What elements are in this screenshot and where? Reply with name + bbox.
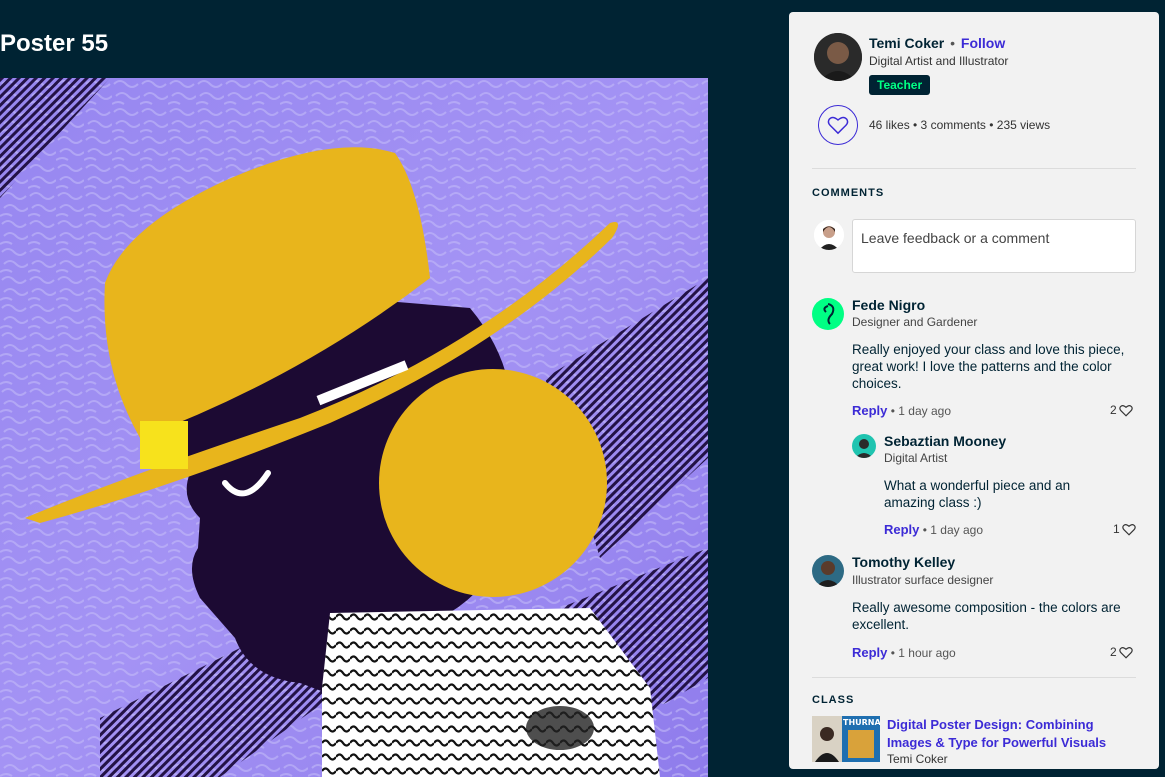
commenter-subtitle: Digital Artist — [884, 451, 948, 465]
heart-icon — [1118, 404, 1133, 417]
commenter-subtitle: Illustrator surface designer — [852, 573, 994, 587]
project-sidebar: Temi Coker • Follow Digital Artist and I… — [789, 12, 1159, 769]
comment-like-button[interactable]: 1 — [1113, 522, 1136, 536]
comment-text: Really enjoyed your class and love this … — [852, 342, 1125, 391]
heart-icon — [1118, 646, 1133, 659]
class-title-link[interactable]: Digital Poster Design: Combining Images … — [887, 716, 1127, 752]
current-user-avatar — [814, 220, 844, 250]
class-heading: CLASS — [812, 694, 855, 706]
poster-artwork — [0, 78, 708, 777]
comments-heading: COMMENTS — [812, 187, 885, 199]
comment-text: What a wonderful piece and an amazing cl… — [884, 478, 1071, 510]
comment-like-count: 1 — [1113, 522, 1120, 536]
commenter-name[interactable]: Sebaztian Mooney — [884, 433, 1006, 449]
comment-meta: Reply • 1 day ago — [884, 522, 983, 537]
divider — [812, 168, 1136, 169]
commenter-name[interactable]: Tomothy Kelley — [852, 554, 955, 570]
name-separator: • — [950, 35, 956, 51]
follow-button[interactable]: Follow — [961, 35, 1005, 51]
reply-button[interactable]: Reply — [852, 403, 887, 418]
comment-input[interactable] — [852, 219, 1136, 273]
reply-button[interactable]: Reply — [884, 522, 919, 537]
author-name[interactable]: Temi Coker — [869, 35, 944, 51]
comment-time: • 1 hour ago — [890, 646, 956, 660]
like-button[interactable] — [818, 105, 858, 145]
comment-time: • 1 day ago — [890, 404, 951, 418]
author-subtitle: Digital Artist and Illustrator — [869, 54, 1009, 68]
class-author: Temi Coker — [887, 752, 948, 766]
commenter-avatar[interactable] — [812, 298, 844, 330]
heart-icon — [1121, 523, 1136, 536]
teacher-badge: Teacher — [869, 75, 931, 95]
divider — [812, 677, 1136, 678]
comment-like-count: 2 — [1110, 403, 1117, 417]
class-thumbnail-text: THURNA — [843, 718, 880, 727]
reply-button[interactable]: Reply — [852, 645, 887, 660]
comment-text: Really awesome composition - the colors … — [852, 600, 1121, 632]
commenter-avatar[interactable] — [852, 434, 876, 458]
author-avatar[interactable] — [814, 33, 862, 81]
comment-meta: Reply • 1 hour ago — [852, 645, 956, 660]
poster-title: Poster 55 — [0, 30, 109, 57]
project-stats: 46 likes • 3 comments • 235 views — [869, 118, 1051, 132]
class-thumbnail[interactable]: THURNA — [812, 716, 880, 762]
comment-like-button[interactable]: 2 — [1110, 403, 1133, 417]
comment-time: • 1 day ago — [922, 523, 983, 537]
commenter-subtitle: Designer and Gardener — [852, 315, 978, 329]
commenter-avatar[interactable] — [812, 555, 844, 587]
commenter-name[interactable]: Fede Nigro — [852, 297, 925, 313]
comment-like-button[interactable]: 2 — [1110, 645, 1133, 659]
comment-like-count: 2 — [1110, 645, 1117, 659]
heart-icon — [827, 116, 849, 135]
comment-meta: Reply • 1 day ago — [852, 403, 951, 418]
